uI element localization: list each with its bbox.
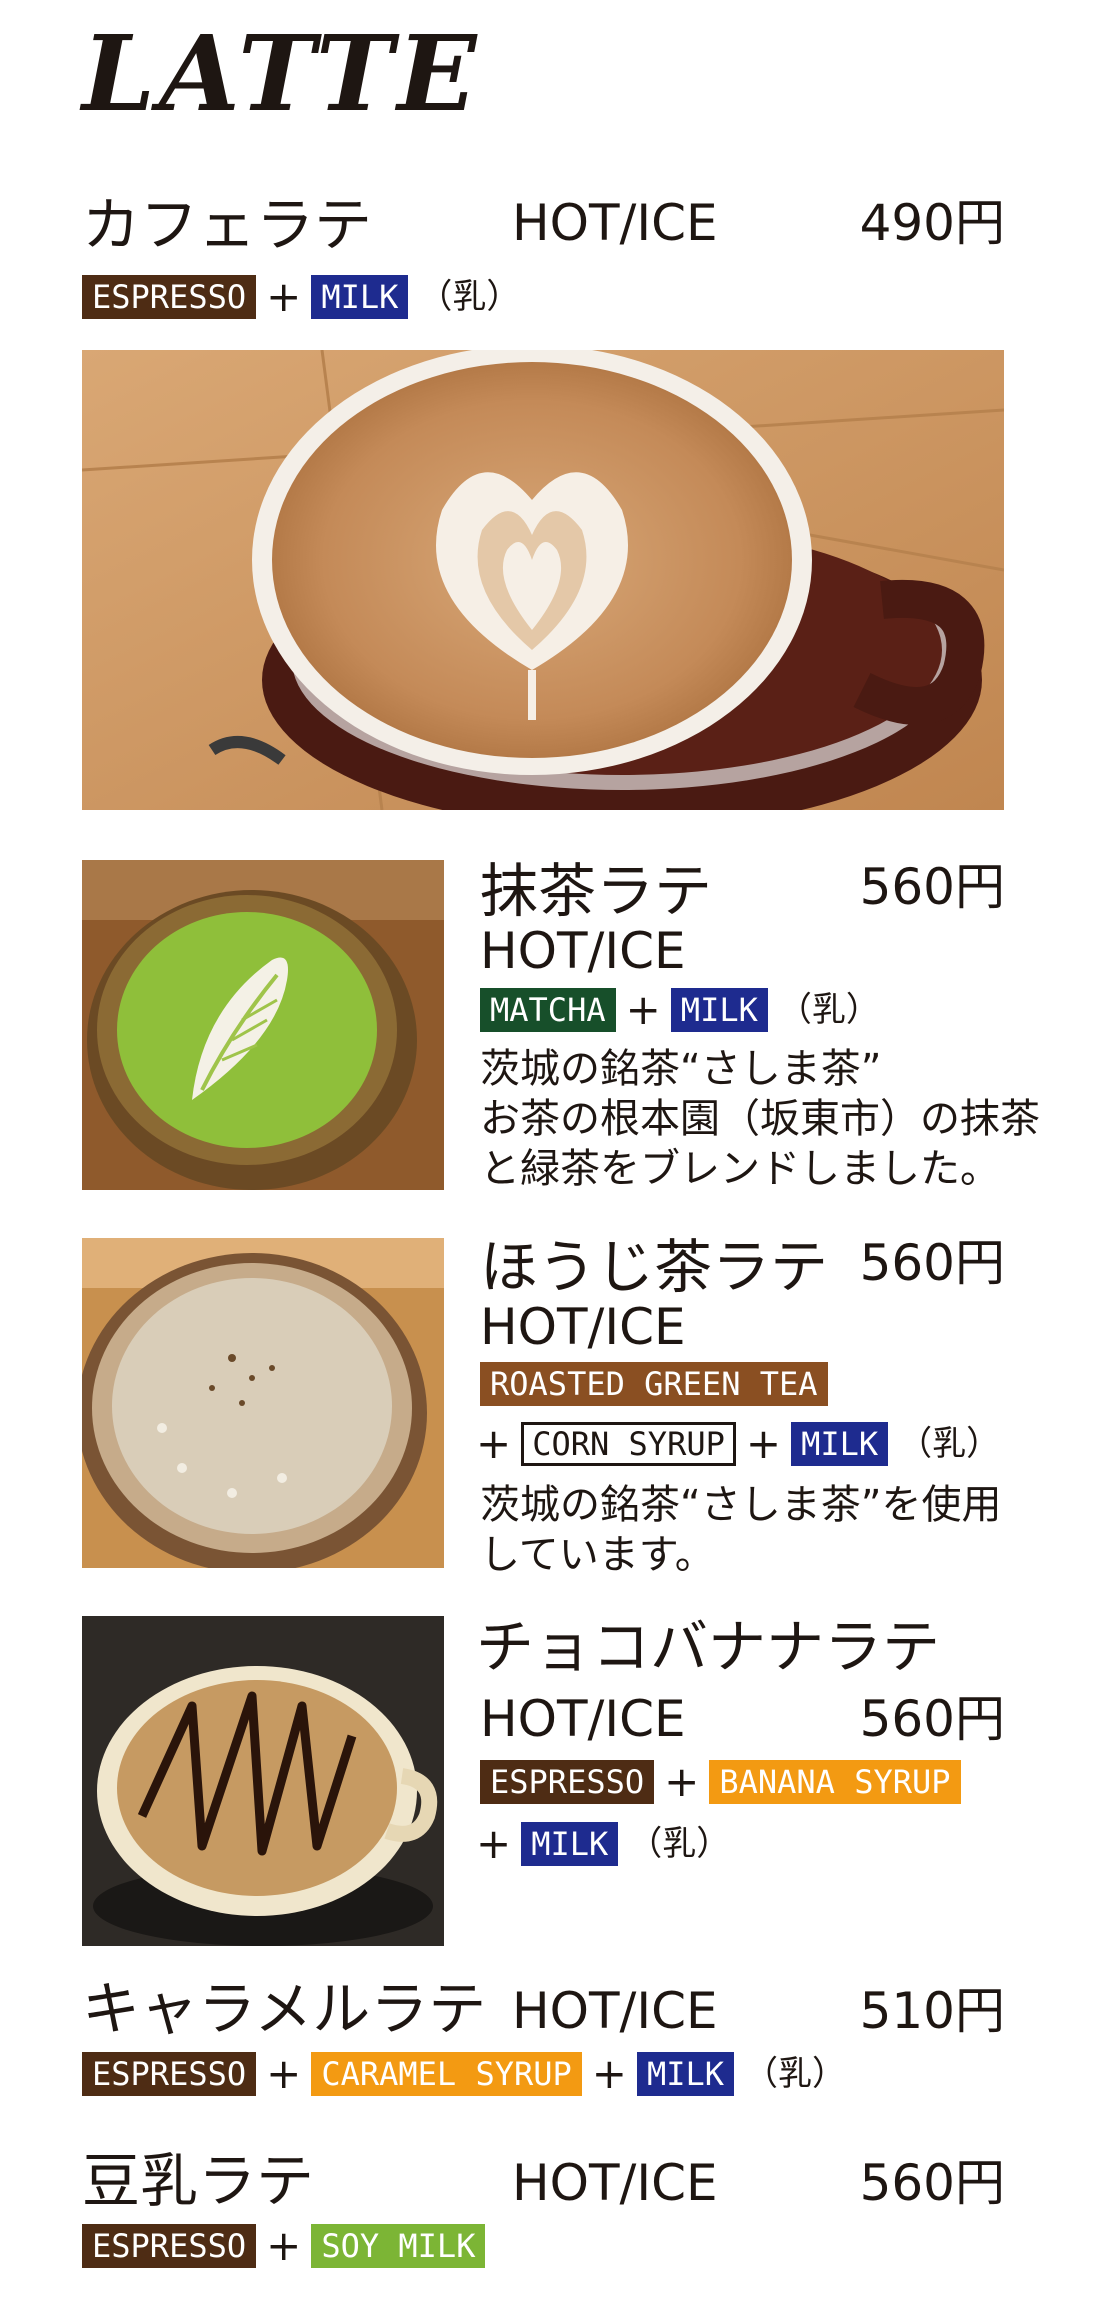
- ingredients-choco-banana-latte-row2: + MILK （乳）: [476, 1822, 730, 1866]
- tag-caramel-syrup: CARAMEL SYRUP: [311, 2052, 582, 2096]
- tag-espresso: ESPRESSO: [480, 1760, 655, 1804]
- ingredients-hojicha-latte-row2: + CORN SYRUP + MILK （乳）: [476, 1422, 1000, 1466]
- item-temp-caramel-latte: HOT/ICE: [512, 1982, 718, 2040]
- tag-milk: MILK: [670, 988, 768, 1032]
- allergen-note: （乳）: [418, 277, 521, 317]
- plus-sign: +: [266, 2221, 302, 2270]
- item-price-caramel-latte: 510円: [859, 1982, 1005, 2040]
- plus-sign: +: [625, 985, 661, 1034]
- description-line: 茨城の銘茶“さしま茶”: [480, 1046, 882, 1092]
- tag-milk: MILK: [791, 1422, 889, 1466]
- item-temp-matcha-latte: HOT/ICE: [480, 922, 686, 980]
- description-line: と緑茶をブレンドしました。: [480, 1146, 1000, 1192]
- ingredients-cafe-latte: ESPRESSO + MILK （乳）: [82, 275, 520, 319]
- description-line: お茶の根本園（坂東市）の抹茶: [480, 1096, 1040, 1142]
- item-price-hojicha-latte: 560円: [859, 1234, 1005, 1292]
- page-title: LATTE: [82, 12, 481, 135]
- plus-sign: +: [476, 1819, 512, 1868]
- plus-sign: +: [476, 1419, 512, 1468]
- item-name-choco-banana-latte: チョコバナナラテ: [476, 1613, 941, 1681]
- item-name-matcha-latte: 抹茶ラテ: [480, 857, 713, 925]
- tag-espresso: ESPRESSO: [82, 2052, 257, 2096]
- tag-matcha: MATCHA: [480, 988, 616, 1032]
- description-line: 茨城の銘茶“さしま茶”を使用: [480, 1482, 1002, 1528]
- item-price-choco-banana-latte: 560円: [859, 1690, 1005, 1748]
- plus-sign: +: [664, 1757, 700, 1806]
- item-price-soy-latte: 560円: [859, 2154, 1005, 2212]
- description-line: しています。: [480, 1532, 715, 1578]
- plus-sign: +: [266, 2049, 302, 2098]
- allergen-note: （乳）: [898, 1424, 1001, 1464]
- item-price-matcha-latte: 560円: [859, 858, 1005, 916]
- tag-milk: MILK: [311, 275, 409, 319]
- tag-roasted-green-tea: ROASTED GREEN TEA: [480, 1362, 828, 1406]
- item-name-caramel-latte: キャラメルラテ: [82, 1975, 487, 2043]
- photo-matcha-latte: [82, 860, 444, 1190]
- tag-espresso: ESPRESSO: [82, 2224, 257, 2268]
- ingredients-caramel-latte: ESPRESSO + CARAMEL SYRUP + MILK （乳）: [82, 2052, 846, 2096]
- photo-hojicha-latte: [82, 1238, 444, 1568]
- photo-cafe-latte: [82, 350, 1004, 810]
- allergen-note: （乳）: [777, 990, 880, 1030]
- plus-sign: +: [745, 1419, 782, 1468]
- item-name-hojicha-latte: ほうじ茶ラテ: [480, 1233, 829, 1301]
- item-temp-cafe-latte: HOT/ICE: [512, 194, 718, 252]
- ingredients-choco-banana-latte-row1: ESPRESSO + BANANA SYRUP: [480, 1760, 961, 1804]
- tag-milk: MILK: [521, 1822, 619, 1866]
- item-temp-soy-latte: HOT/ICE: [512, 2154, 718, 2212]
- item-name-cafe-latte: カフェラテ: [82, 191, 373, 259]
- ingredients-soy-latte: ESPRESSO + SOY MILK: [82, 2221, 486, 2270]
- tag-banana-syrup: BANANA SYRUP: [709, 1760, 961, 1804]
- allergen-note: （乳）: [628, 1824, 731, 1864]
- ingredients-hojicha-latte-row1: ROASTED GREEN TEA: [480, 1362, 828, 1406]
- plus-sign: +: [266, 272, 302, 321]
- tag-espresso: ESPRESSO: [82, 275, 257, 319]
- ingredients-matcha-latte: MATCHA + MILK （乳）: [480, 988, 880, 1032]
- tag-corn-syrup: CORN SYRUP: [521, 1422, 736, 1466]
- item-price-cafe-latte: 490円: [859, 194, 1005, 252]
- plus-sign: +: [591, 2049, 627, 2098]
- item-temp-hojicha-latte: HOT/ICE: [480, 1298, 686, 1356]
- item-name-soy-latte: 豆乳ラテ: [82, 2147, 315, 2215]
- tag-soy-milk: SOY MILK: [311, 2224, 486, 2268]
- allergen-note: （乳）: [744, 2054, 847, 2094]
- tag-milk: MILK: [636, 2052, 735, 2096]
- photo-choco-banana-latte: [82, 1616, 444, 1946]
- description-matcha-latte: 茨城の銘茶“さしま茶” お茶の根本園（坂東市）の抹茶 と緑茶をブレンドしました。: [480, 1044, 1040, 1194]
- description-hojicha-latte: 茨城の銘茶“さしま茶”を使用 しています。: [480, 1480, 1001, 1580]
- item-temp-choco-banana-latte: HOT/ICE: [480, 1690, 686, 1748]
